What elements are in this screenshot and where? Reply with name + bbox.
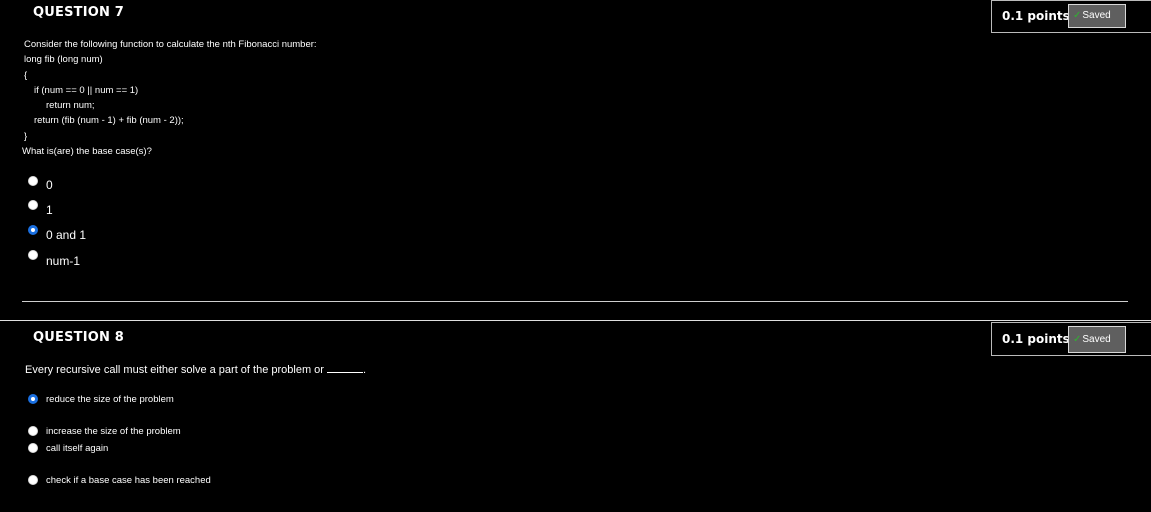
question-8-option-label: check if a base case has been reached bbox=[46, 475, 211, 486]
radio-button[interactable] bbox=[28, 443, 38, 453]
separator-line bbox=[22, 301, 1128, 302]
question-7-option-label: num-1 bbox=[46, 254, 81, 268]
question-7-option[interactable]: 1 bbox=[28, 199, 228, 217]
question-8-prompt-text: Every recursive call must either solve a… bbox=[25, 364, 324, 376]
question-7-option[interactable]: num-1 bbox=[28, 250, 228, 268]
radio-button[interactable] bbox=[28, 426, 38, 436]
question-7-text-line: Consider the following function to calcu… bbox=[24, 39, 317, 50]
question-8-option-selected[interactable]: reduce the size of the problem bbox=[28, 393, 328, 407]
question-7-text-line: } bbox=[24, 131, 28, 142]
question-8-option-label: reduce the size of the problem bbox=[46, 394, 174, 405]
question-8-option[interactable]: increase the size of the problem bbox=[28, 425, 328, 439]
question-8-option-label: call itself again bbox=[46, 443, 109, 454]
radio-button[interactable] bbox=[28, 176, 38, 186]
question-7-text-line: long fib (long num) bbox=[24, 54, 103, 65]
radio-button-selected[interactable] bbox=[28, 225, 38, 235]
radio-button[interactable] bbox=[28, 250, 38, 260]
question-7-text-line: return num; bbox=[46, 100, 95, 111]
checkmark-icon: ✓ bbox=[1073, 334, 1082, 345]
question-7-points-box: 0.1 points ✓Saved bbox=[991, 0, 1151, 33]
question-7-option[interactable]: 0 bbox=[28, 174, 228, 192]
question-8-option[interactable]: check if a base case has been reached bbox=[28, 474, 328, 488]
radio-button-selected[interactable] bbox=[28, 394, 38, 404]
question-7-text-line: return (fib (num - 1) + fib (num - 2)); bbox=[34, 115, 184, 126]
question-7-prompt: What is(are) the base case(s)? bbox=[22, 146, 152, 157]
fill-in-blank bbox=[327, 364, 364, 373]
radio-button[interactable] bbox=[28, 475, 38, 485]
radio-button[interactable] bbox=[28, 200, 38, 210]
question-8-top-border bbox=[0, 320, 1151, 321]
question-7-text-line: if (num == 0 || num == 1) bbox=[34, 85, 139, 96]
question-8-saved-label: Saved bbox=[1082, 334, 1111, 345]
question-8-points: 0.1 points bbox=[1002, 332, 1070, 346]
question-8-prompt: Every recursive call must either solve a… bbox=[25, 364, 366, 376]
question-8-prompt-end: . bbox=[363, 364, 367, 376]
question-7-option-selected[interactable]: 0 and 1 bbox=[28, 224, 228, 242]
question-8-option-label: increase the size of the problem bbox=[46, 426, 181, 437]
question-7-points: 0.1 points bbox=[1002, 9, 1070, 23]
question-7-title: QUESTION 7 bbox=[33, 5, 125, 20]
question-7-option-label: 0 bbox=[46, 178, 53, 192]
question-8-title: QUESTION 8 bbox=[33, 330, 125, 345]
question-7-saved-button[interactable]: ✓Saved bbox=[1068, 4, 1126, 28]
question-8-saved-button[interactable]: ✓Saved bbox=[1068, 326, 1126, 353]
question-8-option[interactable]: call itself again bbox=[28, 442, 328, 456]
question-7-saved-label: Saved bbox=[1082, 10, 1111, 21]
question-7-option-label: 1 bbox=[46, 203, 53, 217]
question-7-option-label: 0 and 1 bbox=[46, 228, 87, 242]
checkmark-icon: ✓ bbox=[1073, 10, 1082, 21]
question-8-points-box: 0.1 points ✓Saved bbox=[991, 322, 1151, 356]
question-7-text-line: { bbox=[24, 70, 28, 81]
